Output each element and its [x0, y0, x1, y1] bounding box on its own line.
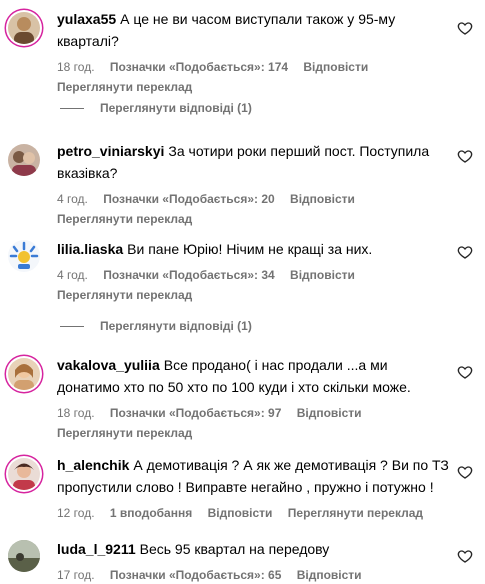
reply-button[interactable]: Відповісти — [290, 192, 355, 206]
heart-outline-icon[interactable] — [457, 20, 473, 36]
like-count[interactable]: Позначки «Подобається»: 97 — [110, 406, 281, 420]
comment-text: lilia.liaska Ви пане Юрію! Нічим не кращі… — [57, 241, 373, 257]
avatar[interactable] — [8, 458, 40, 490]
avatar[interactable] — [8, 12, 40, 44]
comment-username[interactable]: vakalova_yuliia — [57, 357, 160, 373]
view-replies-button[interactable]: Переглянути відповіді (1) — [60, 101, 252, 115]
avatar[interactable] — [8, 144, 40, 176]
view-replies-label: Переглянути відповіді (1) — [100, 319, 252, 333]
see-translation-link[interactable]: Переглянути переклад — [57, 424, 452, 442]
comment-text: h_alenchik А демотивація ? А як же демоти… — [57, 457, 449, 495]
comment-meta: 18 год. Позначки «Подобається»: 174 Відп… — [57, 58, 452, 76]
comment-username[interactable]: luda_l_9211 — [57, 541, 136, 557]
heart-outline-icon[interactable] — [457, 148, 473, 164]
comment-time[interactable]: 4 год. — [57, 192, 88, 206]
divider — [60, 325, 84, 327]
comment-meta: 18 год. Позначки «Подобається»: 97 Відпо… — [57, 404, 452, 422]
divider — [60, 107, 84, 109]
reply-button[interactable]: Відповісти — [290, 268, 355, 282]
comment-text: yulaxa55 А це не ви часом виступали також… — [57, 11, 396, 49]
heart-outline-icon[interactable] — [457, 244, 473, 260]
comment-meta: 4 год. Позначки «Подобається»: 34 Відпов… — [57, 266, 452, 284]
comment-meta: 12 год. 1 вподобання Відповісти Переглян… — [57, 504, 452, 522]
like-count[interactable]: Позначки «Подобається»: 20 — [103, 192, 274, 206]
see-translation-link[interactable]: Переглянути переклад — [57, 286, 452, 304]
comment-meta: 17 год. Позначки «Подобається»: 65 Відпо… — [57, 566, 452, 584]
heart-outline-icon[interactable] — [457, 548, 473, 564]
avatar[interactable] — [8, 540, 40, 572]
reply-button[interactable]: Відповісти — [297, 406, 362, 420]
like-count[interactable]: 1 вподобання — [110, 506, 192, 520]
comment-time[interactable]: 18 год. — [57, 406, 95, 420]
heart-outline-icon[interactable] — [457, 464, 473, 480]
comment-username[interactable]: lilia.liaska — [57, 241, 123, 257]
comment-time[interactable]: 4 год. — [57, 268, 88, 282]
like-count[interactable]: Позначки «Подобається»: 174 — [110, 60, 288, 74]
view-replies-label: Переглянути відповіді (1) — [100, 101, 252, 115]
comment-text: vakalova_yuliia Все продано( і нас продал… — [57, 357, 411, 395]
comment-time[interactable]: 12 год. — [57, 506, 95, 520]
like-count[interactable]: Позначки «Подобається»: 34 — [103, 268, 274, 282]
see-translation-link[interactable]: Переглянути переклад — [57, 78, 452, 96]
reply-button[interactable]: Відповісти — [208, 506, 273, 520]
heart-outline-icon[interactable] — [457, 364, 473, 380]
comment-username[interactable]: yulaxa55 — [57, 11, 116, 27]
see-translation-link[interactable]: Переглянути переклад — [288, 506, 423, 520]
comment-username[interactable]: h_alenchik — [57, 457, 129, 473]
view-replies-button[interactable]: Переглянути відповіді (1) — [60, 319, 252, 333]
reply-button[interactable]: Відповісти — [303, 60, 368, 74]
avatar[interactable] — [8, 358, 40, 390]
comment-text: petro_viniarskyi За чотири роки перший по… — [57, 143, 430, 181]
avatar[interactable] — [8, 240, 40, 272]
comment-username[interactable]: petro_viniarskyi — [57, 143, 164, 159]
comment-text: luda_l_9211 Весь 95 квартал на передову — [57, 541, 330, 557]
comment-meta: 4 год. Позначки «Подобається»: 20 Відпов… — [57, 190, 452, 208]
see-translation-link[interactable]: Переглянути переклад — [57, 210, 452, 228]
comment-time[interactable]: 18 год. — [57, 60, 95, 74]
